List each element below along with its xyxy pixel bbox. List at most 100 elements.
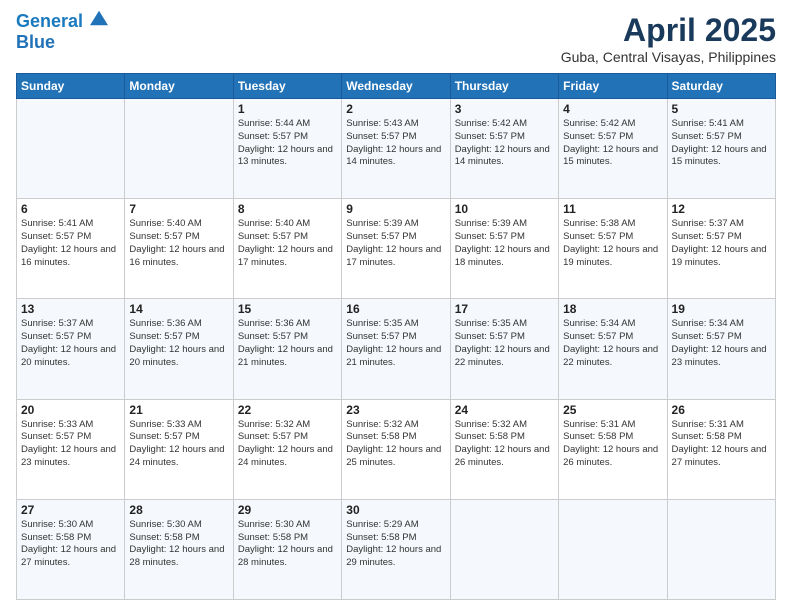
day-number: 11 — [563, 202, 662, 216]
logo: General Blue — [16, 12, 108, 53]
cell-info: Sunrise: 5:36 AMSunset: 5:57 PMDaylight:… — [238, 318, 337, 369]
calendar-cell: 30 Sunrise: 5:29 AMSunset: 5:58 PMDayligh… — [342, 499, 450, 599]
calendar-cell — [125, 99, 233, 199]
week-row-4: 20 Sunrise: 5:33 AMSunset: 5:57 PMDayligh… — [17, 399, 776, 499]
day-number: 19 — [672, 302, 771, 316]
week-row-5: 27 Sunrise: 5:30 AMSunset: 5:58 PMDayligh… — [17, 499, 776, 599]
day-number: 3 — [455, 102, 554, 116]
cell-info: Sunrise: 5:29 AMSunset: 5:58 PMDaylight:… — [346, 519, 445, 570]
header-row: SundayMondayTuesdayWednesdayThursdayFrid… — [17, 74, 776, 99]
calendar-cell — [17, 99, 125, 199]
cell-info: Sunrise: 5:34 AMSunset: 5:57 PMDaylight:… — [563, 318, 662, 369]
calendar-cell: 16 Sunrise: 5:35 AMSunset: 5:57 PMDayligh… — [342, 299, 450, 399]
day-header-sunday: Sunday — [17, 74, 125, 99]
cell-info: Sunrise: 5:38 AMSunset: 5:57 PMDaylight:… — [563, 218, 662, 269]
day-header-monday: Monday — [125, 74, 233, 99]
cell-info: Sunrise: 5:39 AMSunset: 5:57 PMDaylight:… — [455, 218, 554, 269]
day-number: 29 — [238, 503, 337, 517]
calendar-cell: 8 Sunrise: 5:40 AMSunset: 5:57 PMDaylight… — [233, 199, 341, 299]
day-number: 15 — [238, 302, 337, 316]
cell-info: Sunrise: 5:42 AMSunset: 5:57 PMDaylight:… — [455, 118, 554, 169]
logo-general: General — [16, 11, 83, 31]
calendar-cell: 27 Sunrise: 5:30 AMSunset: 5:58 PMDayligh… — [17, 499, 125, 599]
calendar-cell: 13 Sunrise: 5:37 AMSunset: 5:57 PMDayligh… — [17, 299, 125, 399]
cell-info: Sunrise: 5:44 AMSunset: 5:57 PMDaylight:… — [238, 118, 337, 169]
cell-info: Sunrise: 5:30 AMSunset: 5:58 PMDaylight:… — [21, 519, 120, 570]
calendar-cell: 26 Sunrise: 5:31 AMSunset: 5:58 PMDayligh… — [667, 399, 775, 499]
calendar-cell: 2Sunrise: 5:43 AMSunset: 5:57 PMDaylight… — [342, 99, 450, 199]
day-number: 18 — [563, 302, 662, 316]
page: General Blue April 2025 Guba, Central Vi… — [0, 0, 792, 612]
day-number: 30 — [346, 503, 445, 517]
cell-info: Sunrise: 5:32 AMSunset: 5:57 PMDaylight:… — [238, 419, 337, 470]
cell-info: Sunrise: 5:33 AMSunset: 5:57 PMDaylight:… — [21, 419, 120, 470]
calendar-cell: 22 Sunrise: 5:32 AMSunset: 5:57 PMDayligh… — [233, 399, 341, 499]
week-row-3: 13 Sunrise: 5:37 AMSunset: 5:57 PMDayligh… — [17, 299, 776, 399]
day-number: 6 — [21, 202, 120, 216]
cell-info: Sunrise: 5:31 AMSunset: 5:58 PMDaylight:… — [672, 419, 771, 470]
cell-info: Sunrise: 5:30 AMSunset: 5:58 PMDaylight:… — [238, 519, 337, 570]
calendar-cell: 9Sunrise: 5:39 AMSunset: 5:57 PMDaylight… — [342, 199, 450, 299]
month-year: April 2025 — [561, 12, 776, 49]
day-header-saturday: Saturday — [667, 74, 775, 99]
cell-info: Sunrise: 5:40 AMSunset: 5:57 PMDaylight:… — [238, 218, 337, 269]
header: General Blue April 2025 Guba, Central Vi… — [16, 12, 776, 65]
calendar-cell: 21Sunrise: 5:33 AMSunset: 5:57 PMDayligh… — [125, 399, 233, 499]
calendar-table: SundayMondayTuesdayWednesdayThursdayFrid… — [16, 73, 776, 600]
cell-info: Sunrise: 5:36 AMSunset: 5:57 PMDaylight:… — [129, 318, 228, 369]
day-number: 7 — [129, 202, 228, 216]
calendar-cell: 5 Sunrise: 5:41 AMSunset: 5:57 PMDaylight… — [667, 99, 775, 199]
week-row-2: 6Sunrise: 5:41 AMSunset: 5:57 PMDaylight… — [17, 199, 776, 299]
title-block: April 2025 Guba, Central Visayas, Philip… — [561, 12, 776, 65]
cell-info: Sunrise: 5:35 AMSunset: 5:57 PMDaylight:… — [455, 318, 554, 369]
calendar-cell: 1 Sunrise: 5:44 AMSunset: 5:57 PMDaylight… — [233, 99, 341, 199]
calendar-cell: 7 Sunrise: 5:40 AMSunset: 5:57 PMDaylight… — [125, 199, 233, 299]
day-number: 4 — [563, 102, 662, 116]
day-number: 25 — [563, 403, 662, 417]
location: Guba, Central Visayas, Philippines — [561, 49, 776, 65]
logo-blue: Blue — [16, 32, 108, 53]
cell-info: Sunrise: 5:32 AMSunset: 5:58 PMDaylight:… — [455, 419, 554, 470]
day-number: 23 — [346, 403, 445, 417]
day-number: 8 — [238, 202, 337, 216]
day-number: 9 — [346, 202, 445, 216]
calendar-cell: 10 Sunrise: 5:39 AMSunset: 5:57 PMDayligh… — [450, 199, 558, 299]
day-number: 10 — [455, 202, 554, 216]
calendar-cell: 28Sunrise: 5:30 AMSunset: 5:58 PMDayligh… — [125, 499, 233, 599]
calendar-cell — [559, 499, 667, 599]
day-header-friday: Friday — [559, 74, 667, 99]
day-number: 27 — [21, 503, 120, 517]
cell-info: Sunrise: 5:37 AMSunset: 5:57 PMDaylight:… — [672, 218, 771, 269]
cell-info: Sunrise: 5:34 AMSunset: 5:57 PMDaylight:… — [672, 318, 771, 369]
calendar-cell: 29 Sunrise: 5:30 AMSunset: 5:58 PMDayligh… — [233, 499, 341, 599]
day-number: 20 — [21, 403, 120, 417]
logo-icon — [90, 9, 108, 27]
cell-info: Sunrise: 5:37 AMSunset: 5:57 PMDaylight:… — [21, 318, 120, 369]
day-header-wednesday: Wednesday — [342, 74, 450, 99]
calendar-cell: 25 Sunrise: 5:31 AMSunset: 5:58 PMDayligh… — [559, 399, 667, 499]
cell-info: Sunrise: 5:41 AMSunset: 5:57 PMDaylight:… — [672, 118, 771, 169]
calendar-cell: 17Sunrise: 5:35 AMSunset: 5:57 PMDayligh… — [450, 299, 558, 399]
day-number: 26 — [672, 403, 771, 417]
calendar-cell: 19 Sunrise: 5:34 AMSunset: 5:57 PMDayligh… — [667, 299, 775, 399]
day-number: 14 — [129, 302, 228, 316]
cell-info: Sunrise: 5:32 AMSunset: 5:58 PMDaylight:… — [346, 419, 445, 470]
cell-info: Sunrise: 5:40 AMSunset: 5:57 PMDaylight:… — [129, 218, 228, 269]
cell-info: Sunrise: 5:31 AMSunset: 5:58 PMDaylight:… — [563, 419, 662, 470]
calendar-cell: 12Sunrise: 5:37 AMSunset: 5:57 PMDayligh… — [667, 199, 775, 299]
calendar-cell — [667, 499, 775, 599]
logo-text: General — [16, 12, 108, 32]
cell-info: Sunrise: 5:33 AMSunset: 5:57 PMDaylight:… — [129, 419, 228, 470]
week-row-1: 1 Sunrise: 5:44 AMSunset: 5:57 PMDaylight… — [17, 99, 776, 199]
calendar-cell: 23 Sunrise: 5:32 AMSunset: 5:58 PMDayligh… — [342, 399, 450, 499]
cell-info: Sunrise: 5:35 AMSunset: 5:57 PMDaylight:… — [346, 318, 445, 369]
day-header-thursday: Thursday — [450, 74, 558, 99]
day-number: 5 — [672, 102, 771, 116]
day-number: 13 — [21, 302, 120, 316]
day-number: 22 — [238, 403, 337, 417]
calendar-cell: 11 Sunrise: 5:38 AMSunset: 5:57 PMDayligh… — [559, 199, 667, 299]
day-number: 2 — [346, 102, 445, 116]
calendar-cell — [450, 499, 558, 599]
day-number: 16 — [346, 302, 445, 316]
day-number: 1 — [238, 102, 337, 116]
